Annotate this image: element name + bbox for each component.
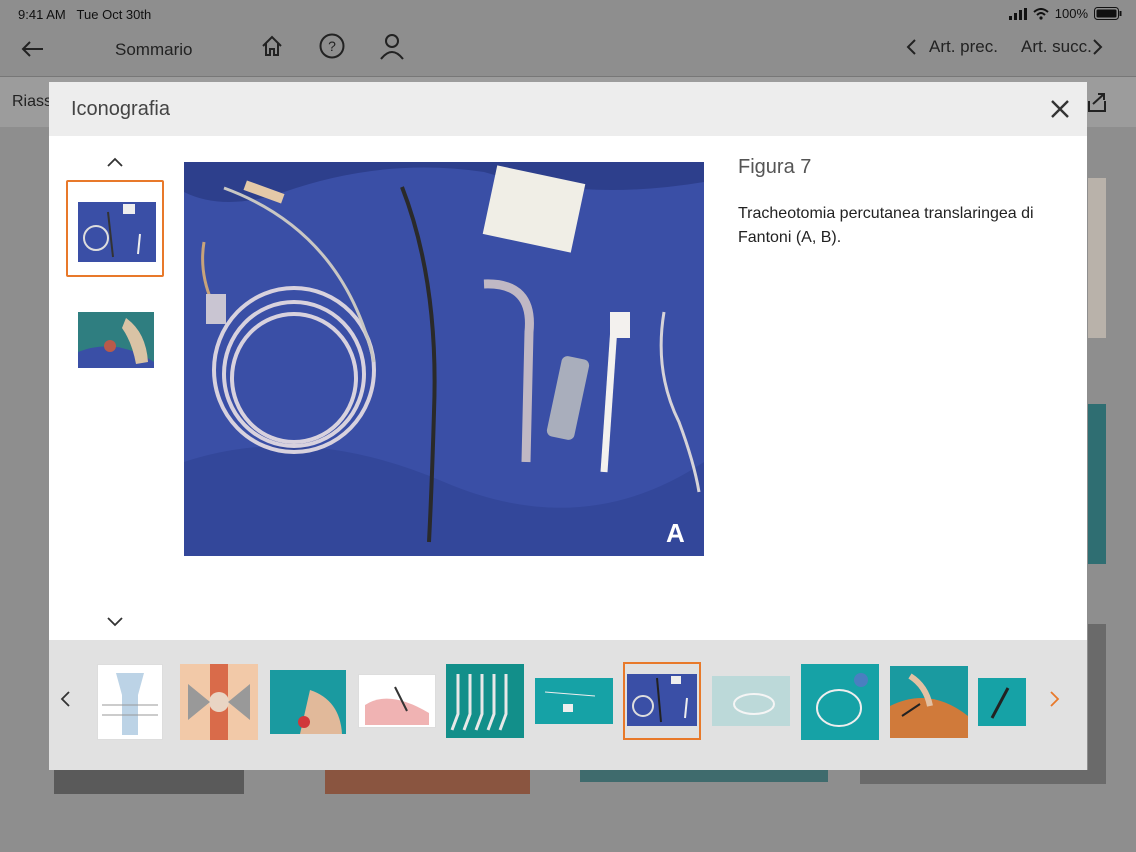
image-letter-label: A (666, 518, 685, 548)
tracheotomy-kit-photo: A (184, 162, 704, 556)
strip-thumbnail[interactable] (978, 678, 1026, 726)
strip-thumbnail[interactable] (97, 664, 163, 740)
strip-thumbnail[interactable] (180, 664, 258, 740)
battery-percent: 100% (1054, 6, 1088, 21)
chevron-up-icon[interactable] (106, 156, 124, 168)
prev-article-link[interactable]: Art. prec. (929, 37, 998, 57)
strip-thumbnail[interactable] (801, 664, 879, 740)
signal-icon (1008, 7, 1027, 20)
summary-link[interactable]: Sommario (115, 40, 192, 60)
strip-thumbnail[interactable] (446, 664, 524, 738)
thumbnail-image (78, 202, 156, 262)
app-bar: Sommario ? Art. prec. Art. succ. (0, 28, 1136, 74)
strip-thumbnail[interactable] (535, 678, 613, 724)
home-icon[interactable] (260, 34, 284, 58)
strip-chevron-left-icon[interactable] (55, 688, 77, 710)
thumbnail-image (102, 673, 158, 735)
thumbnail-image (733, 693, 775, 715)
figure-caption: Tracheotomia percutanea translaringea di… (738, 205, 1034, 246)
background-card (860, 770, 1105, 784)
chevron-left-icon[interactable] (905, 38, 917, 56)
modal-header: Iconografia (49, 82, 1087, 136)
thumbnail-image (298, 690, 342, 734)
thumbnail-image (544, 691, 596, 712)
summary-tab-label[interactable]: Riass (12, 93, 52, 111)
strip-thumbnail[interactable] (712, 676, 790, 726)
chevron-down-icon[interactable] (106, 616, 124, 628)
user-icon[interactable] (378, 32, 406, 60)
thumbnail-strip (49, 640, 1087, 770)
thumbnail-image (816, 673, 868, 727)
background-card (54, 770, 244, 794)
svg-text:?: ? (328, 38, 336, 54)
chevron-right-icon[interactable] (1092, 38, 1104, 56)
strip-chevron-right-icon[interactable] (1043, 688, 1065, 710)
close-icon[interactable] (1047, 96, 1073, 122)
strip-thumbnail[interactable] (890, 666, 968, 738)
status-bar: 9:41 AM Tue Oct 30th 100% (0, 0, 1136, 28)
strip-thumbnail[interactable] (358, 674, 436, 728)
figure-thumbnail[interactable] (66, 292, 164, 389)
thumbnail-image (450, 674, 508, 731)
back-arrow-icon[interactable] (20, 40, 44, 58)
thumbnail-image (188, 664, 250, 740)
next-article-link[interactable]: Art. succ. (1021, 37, 1092, 57)
help-icon[interactable]: ? (319, 33, 345, 59)
background-card (1088, 404, 1106, 564)
thumbnail-image (990, 687, 1010, 719)
thumbnail-image (627, 674, 697, 726)
background-card (580, 770, 828, 782)
strip-thumbnail[interactable] (270, 670, 346, 734)
background-card (325, 770, 530, 794)
status-date: Tue Oct 30th (76, 7, 152, 22)
strip-thumbnail-selected[interactable] (623, 662, 701, 740)
figure-title: Figura 7 (738, 156, 812, 178)
modal-title: Iconografia (71, 98, 170, 120)
thumbnail-image (365, 686, 429, 725)
main-figure-image: A (184, 162, 704, 556)
wifi-icon (1033, 7, 1049, 20)
background-card (1088, 624, 1106, 784)
background-card (1088, 178, 1106, 338)
thumbnail-image (78, 312, 154, 368)
iconography-modal: Iconografia A Figura 7 Tracheotomia perc… (49, 82, 1087, 770)
thumbnail-image (890, 673, 968, 738)
figure-thumbnail-selected[interactable] (66, 180, 164, 277)
status-time: 9:41 AM Tue Oct 30th (18, 7, 152, 22)
battery-icon (1094, 7, 1122, 20)
share-icon[interactable] (1086, 91, 1108, 113)
